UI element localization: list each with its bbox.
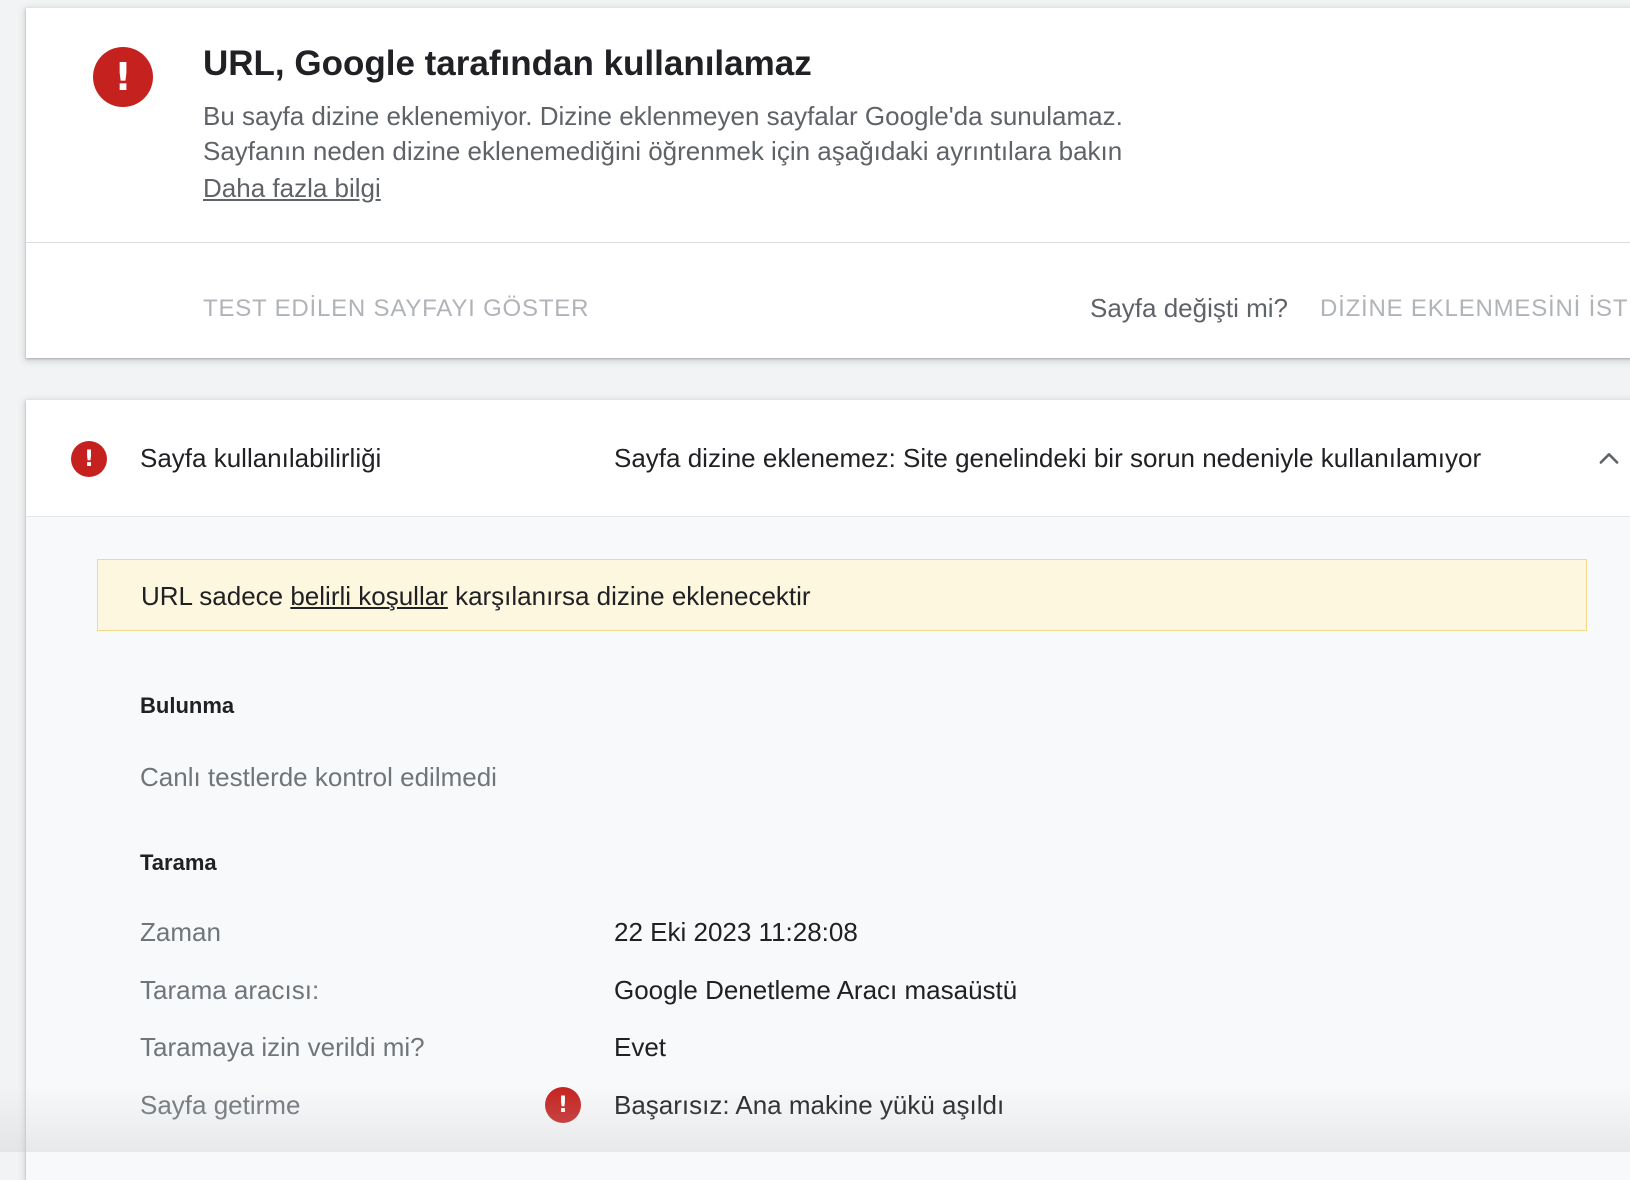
crawler-value: Google Denetleme Aracı masaüstü [614,975,1018,1005]
learn-more-link[interactable]: Daha fazla bilgi [203,173,381,204]
request-indexing-button[interactable]: DİZİNE EKLENMESİNİ İSTE [1320,295,1630,323]
crawl-allowed-label: Taramaya izin verildi mi? [140,1032,425,1062]
status-description-line-1: Bu sayfa dizine eklenemiyor. Dizine ekle… [203,101,1123,131]
crawl-time-label: Zaman [140,917,221,947]
discovery-heading: Bulunma [140,693,235,718]
page-fetch-label: Sayfa getirme [140,1090,301,1120]
crawl-heading: Tarama [140,850,217,875]
page-availability-label: Sayfa kullanılabilirliği [140,443,382,473]
page-availability-header[interactable]: ! Sayfa kullanılabilirliği Sayfa dizine … [26,400,1630,517]
page-availability-value: Sayfa dizine eklenemez: Site genelindeki… [614,443,1482,473]
crawler-label: Tarama aracısı: [140,975,320,1005]
chevron-up-icon[interactable] [1595,445,1623,473]
page-changed-label: Sayfa değişti mi? [1090,293,1288,323]
error-icon: ! [93,47,153,107]
error-icon: ! [71,441,107,477]
page-fetch-value: Başarısız: Ana makine yükü aşıldı [614,1090,1005,1120]
error-icon: ! [545,1087,581,1123]
divider [26,242,1630,243]
conditions-notice: URL sadece belirli koşullar karşılanırsa… [97,559,1587,631]
specific-conditions-link[interactable]: belirli koşullar [290,581,448,611]
status-title: URL, Google tarafından kullanılamaz [203,44,812,83]
page-availability-card: ! Sayfa kullanılabilirliği Sayfa dizine … [26,400,1630,1180]
top-strip [0,0,1630,8]
url-status-card: ! URL, Google tarafından kullanılamaz Bu… [26,8,1630,358]
notice-prefix: URL sadece [141,581,291,611]
notice-text: URL sadece belirli koşullar karşılanırsa… [141,581,811,612]
crawl-time-value: 22 Eki 2023 11:28:08 [614,917,858,947]
discovery-status-text: Canlı testlerde kontrol edilmedi [140,762,497,792]
show-tested-page-button[interactable]: TEST EDİLEN SAYFAYI GÖSTER [203,295,589,323]
status-description-line-2: Sayfanın neden dizine eklenemediğini öğr… [203,136,1123,166]
notice-suffix: karşılanırsa dizine eklenecektir [447,581,811,611]
crawl-allowed-value: Evet [614,1032,667,1062]
